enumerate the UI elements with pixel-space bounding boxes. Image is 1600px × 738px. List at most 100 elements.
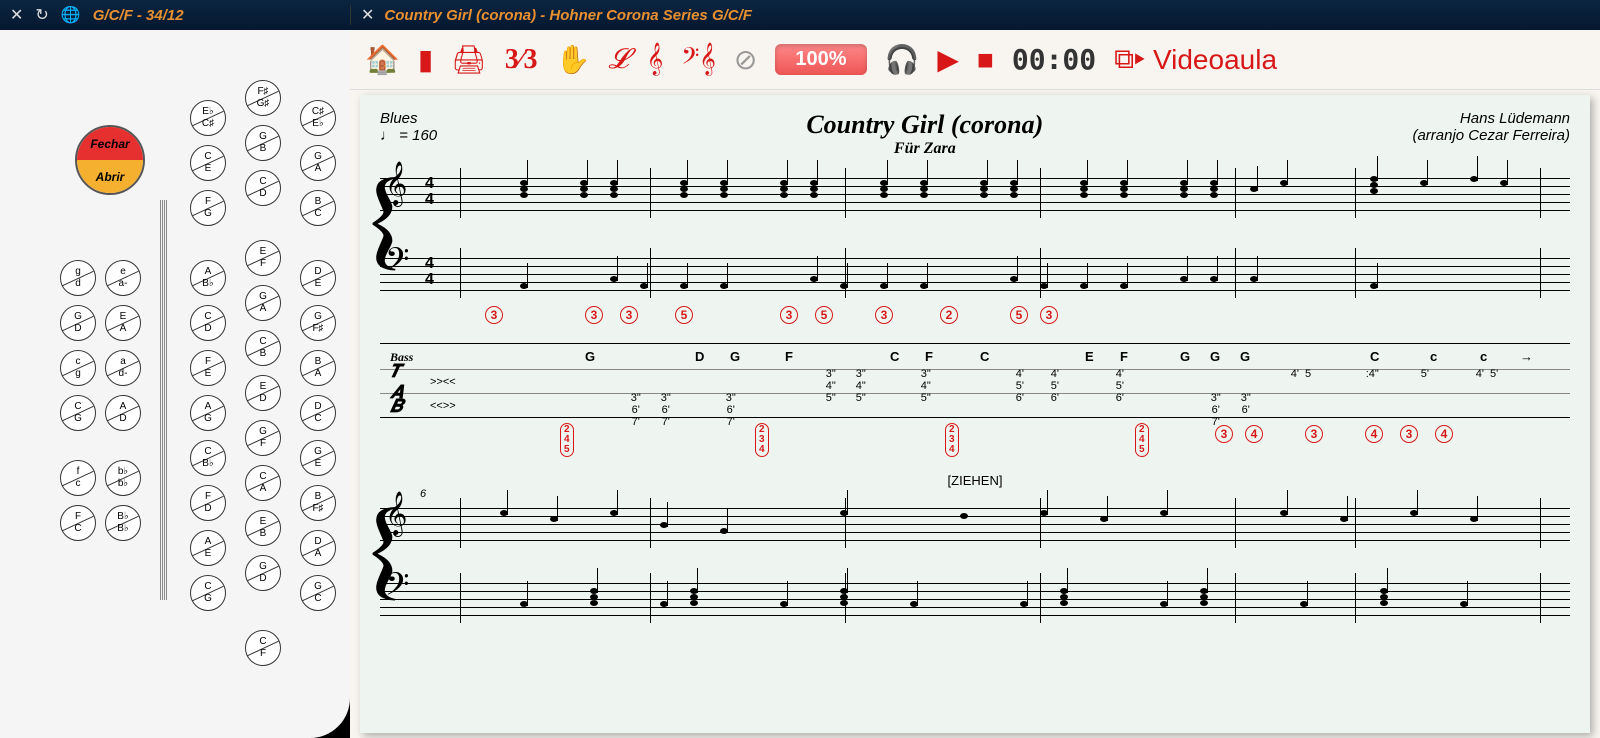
note-button[interactable]: GD [60,305,96,341]
bass-clef: 𝄢 [385,243,409,286]
note-button[interactable]: AD [105,395,141,431]
finger-oval: 234 [945,423,959,457]
note-button[interactable]: fc [60,460,96,496]
note-button[interactable]: FE [190,350,226,386]
finger-oval: 245 [560,423,574,457]
note-button[interactable]: CG [60,395,96,431]
abrir-label: Abrir [77,160,143,193]
finger-circle: 3 [1040,306,1058,324]
treble-clef-icon[interactable]: 𝄞 [647,43,664,76]
note-button[interactable]: GF [245,420,281,456]
composer-credit: Hans Lüdemann (arranjo Cezar Ferreira) [1412,110,1570,144]
note-button[interactable]: GE [300,440,336,476]
finger-oval: 245 [1135,423,1149,457]
finger-circle: 4 [1245,425,1263,443]
note-button[interactable]: BC [300,190,336,226]
time-signature-bass: 44 [425,256,434,288]
note-button[interactable]: CE [190,145,226,181]
finger-circle: 2 [940,306,958,324]
ziehen-label: [ZIEHEN] [380,473,1570,488]
finger-circle: 3 [1400,425,1418,443]
note-button[interactable]: E♭C♯ [190,100,226,136]
script-l-icon[interactable]: 𝓛 [608,44,628,76]
time-display: 00:00 [1012,43,1096,76]
note-button[interactable]: DA [300,530,336,566]
note-button[interactable]: C♯E♭ [300,100,336,136]
time-signature: 44 [425,176,434,208]
fechar-label: Fechar [77,127,143,160]
hand-icon[interactable]: ✋ [556,43,591,76]
note-button[interactable]: CD [245,170,281,206]
note-button[interactable]: GF♯ [300,305,336,341]
close-song-icon[interactable]: ✕ [361,5,374,25]
instrument-icon[interactable]: ▮ [418,43,433,76]
bass-clef-icon[interactable]: 𝄢𝄞 [681,43,716,76]
treble-staff-2: 𝄞 6 [380,498,1570,548]
finger-circle: 3 [620,306,638,324]
timesig-icon[interactable]: 3⁄3 [505,44,538,76]
home-icon[interactable]: 🏠 [365,43,400,76]
note-button[interactable]: ED [245,375,281,411]
video-icon: ⧉▸ [1114,43,1145,76]
note-button[interactable]: EF [245,240,281,276]
note-button[interactable]: GA [245,285,281,321]
stop-icon[interactable]: ■ [977,44,994,76]
note-button[interactable]: CA [245,465,281,501]
score-sheet: Blues ♩ = 160 Country Girl (corona) Für … [360,95,1590,733]
note-button[interactable]: AG [190,395,226,431]
note-button[interactable]: cg [60,350,96,386]
note-button[interactable]: b♭b♭ [105,460,141,496]
note-button[interactable]: BF♯ [300,485,336,521]
finger-circle: 3 [585,306,603,324]
print-icon[interactable]: 🖨 [451,43,487,76]
note-button[interactable]: CB♭ [190,440,226,476]
note-button[interactable]: GD [245,555,281,591]
finger-circle: 3 [1305,425,1323,443]
globe-icon[interactable]: 🌐 [61,5,81,25]
note-button[interactable]: AB♭ [190,260,226,296]
bass-staff-2: 𝄢 [380,573,1570,623]
bellows-toggle[interactable]: Fechar Abrir [75,125,145,195]
note-button[interactable]: ea- [105,260,141,296]
note-button[interactable]: GC [300,575,336,611]
bass-staff: 𝄢 44 [380,248,1570,298]
note-button[interactable]: FG [190,190,226,226]
piece-title: Country Girl (corona) [437,110,1412,140]
note-button[interactable]: GB [245,125,281,161]
tempo-slider[interactable]: 100% [775,44,866,75]
note-button[interactable]: FD [190,485,226,521]
videoaula-link[interactable]: ⧉▸ Videoaula [1114,43,1277,76]
note-button[interactable]: CF [245,630,281,666]
note-button[interactable]: CD [190,305,226,341]
note-button[interactable]: F♯G♯ [245,80,281,116]
finger-circle: 4 [1435,425,1453,443]
note-button[interactable]: AE [190,530,226,566]
compass-icon[interactable]: ⊘ [734,43,757,76]
finger-circle: 5 [815,306,833,324]
note-button[interactable]: GA [300,145,336,181]
note-button[interactable]: DE [300,260,336,296]
tuning-label: G/C/F - 34/12 [93,7,184,24]
play-icon[interactable]: ▶ [937,43,959,76]
treble-staff: 𝄞 44 [380,168,1570,218]
finger-circle: 3 [875,306,893,324]
treble-clef: 𝄞 [385,163,407,206]
close-icon[interactable]: ✕ [10,5,23,25]
note-button[interactable]: CB [245,330,281,366]
note-button[interactable]: DC [300,395,336,431]
note-button[interactable]: EA [105,305,141,341]
note-button[interactable]: CG [190,575,226,611]
finger-circle: 5 [1010,306,1028,324]
finger-oval: 234 [755,423,769,457]
divider-lines [160,200,168,600]
note-button[interactable]: gd [60,260,96,296]
tab-staff: BassGDGFCFCEFGGGCcc→ 𝑻𝑨>><<3" 4" 5"3" 4"… [380,343,1570,418]
note-button[interactable]: B♭B♭ [105,505,141,541]
headphones-icon[interactable]: 🎧 [885,43,920,76]
refresh-icon[interactable]: ↻ [35,5,48,25]
note-button[interactable]: ad- [105,350,141,386]
note-button[interactable]: EB [245,510,281,546]
tempo-marking: Blues ♩ = 160 [380,110,437,144]
note-button[interactable]: FC [60,505,96,541]
note-button[interactable]: BA [300,350,336,386]
